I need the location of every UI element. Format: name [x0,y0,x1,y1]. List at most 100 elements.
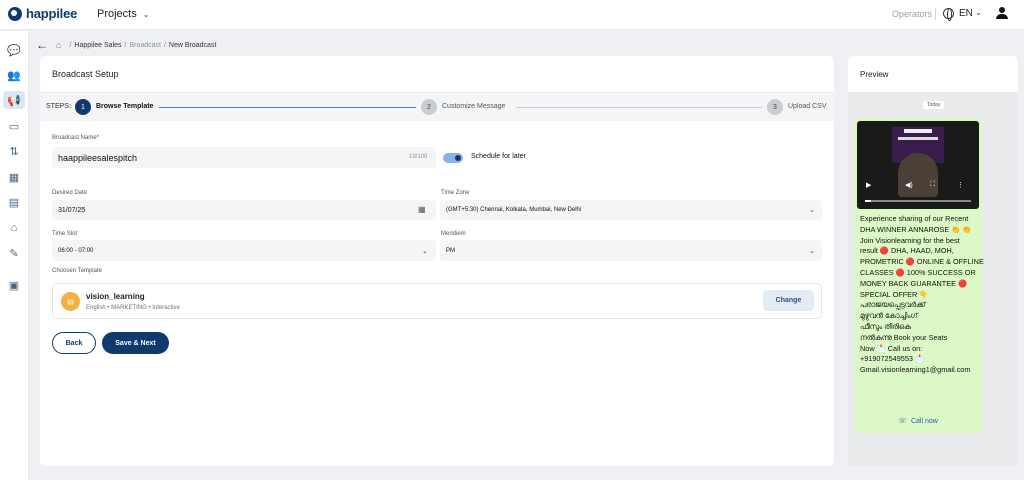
save-next-button[interactable]: Save & Next [102,332,169,354]
app-logo[interactable]: happilee [8,6,77,21]
timeslot-label: Time Slot [52,231,78,237]
home-icon[interactable]: ⌂ [56,40,61,50]
date-input[interactable]: 31/07/25 [52,200,436,220]
steps-label: STEPS: [46,103,71,110]
message-line: പരാജയപ്പെട്ടവർക്ക് [860,300,926,310]
breadcrumb-separator: / [124,41,127,49]
sidebar: ⇥ 💬👥📢▭⇅▦▤⌂✎▣ [0,31,29,480]
broadcast-setup-card: Broadcast Setup STEPS: 1 Browse Template… [40,56,834,466]
step-1-label: Browse Template [96,103,154,110]
app-name: happilee [26,6,78,21]
back-button[interactable]: Back [52,332,96,354]
broadcast-name-input[interactable]: haappileesalespitch [52,147,436,168]
message-line: CLASSES 🔴 100% SUCCESS OR [860,267,976,277]
tools-icon[interactable]: ✎ [7,246,21,260]
template-label: Choosen Template [52,268,102,274]
tag-icon[interactable]: ⌂ [7,221,21,235]
chosen-template-card: ▤ vision_learning English • MARKETING • … [52,283,822,319]
more-options-icon[interactable]: ⋮ [957,181,964,189]
message-bubble: ▶ ◀) ⛶ ⋮ Experience sharing of our Recen… [854,118,984,433]
calendar-icon[interactable]: ▦ [418,205,426,214]
timeslot-value: 06:00 - 07:00 [58,247,94,254]
step-1-number: 1 [75,99,91,115]
message-line: +919072549553 📩 [860,354,925,364]
broadcast-name-value: haappileesalespitch [58,152,138,163]
schedule-toggle[interactable] [443,153,463,163]
breadcrumb: ← ⌂ / Happilee Sales / Broadcast / New B… [36,38,216,52]
breadcrumb-item-project[interactable]: Happilee Sales [74,42,121,49]
top-bar: happilee Projects ⌄ Operators EN ⌄ [0,0,1024,30]
bag-icon[interactable]: ▣ [7,278,21,292]
projects-dropdown[interactable]: Projects ⌄ [97,8,149,20]
schedule-label: Schedule for later [471,153,526,160]
video-controls: ▶ ◀) ⛶ ⋮ [857,181,979,195]
call-now-label: Call now [910,417,938,425]
message-line: MONEY BACK GUARANTEE 🔴 [860,278,968,288]
template-meta: English • MARKETING • Interactive [86,305,180,311]
chevron-down-icon: ⌄ [142,9,150,19]
step-2-label: Customize Message [442,103,506,110]
video-progress[interactable] [865,200,971,202]
message-line: SPECIAL OFFER 👇 [860,289,929,299]
message-line: മുഴുവൻ കോച്ചിംഗ് [860,311,918,321]
language-selector[interactable]: EN [959,8,973,19]
phone-icon: ☏ [898,418,907,425]
broadcast-name-label: Broadcast Name* [52,135,100,141]
message-line: നൽകുന്നു Book your Seats [860,332,948,342]
timezone-label: Time Zone [441,190,470,196]
chevron-down-icon[interactable]: ⌄ [975,8,982,17]
message-line: Join Visionlearning for the best [860,235,960,245]
call-now-button[interactable]: ☏ Call now [854,415,982,427]
message-line: PROMETRIC 🔴 ONLINE & OFFLINE [860,257,984,267]
flows-icon[interactable]: ⇅ [7,144,21,158]
message-line: result 🔴 DHA, HAAD, MOH, [860,246,954,256]
message-line: ഫീസും തിരികെ [860,321,912,331]
timezone-select[interactable]: (GMT+5:30) Chennai, Kolkata, Mumbai, New… [440,200,822,220]
volume-icon[interactable]: ◀) [905,181,913,189]
meridiem-value: PM [446,247,455,254]
date-label: Desired Date [52,190,88,196]
play-icon[interactable]: ▶ [866,181,871,189]
preview-title: Preview [860,70,889,79]
video-thumbnail[interactable]: ▶ ◀) ⛶ ⋮ [857,121,979,209]
user-icon[interactable] [996,7,1008,20]
page-title: Broadcast Setup [52,69,119,79]
character-counter: 19/100 [409,154,428,160]
operators-link[interactable]: Operators [892,9,932,19]
change-template-button[interactable]: Change [763,290,814,311]
message-line: Experience sharing of our Recent [860,214,969,223]
timeslot-select[interactable]: 06:00 - 07:00 [52,240,436,261]
fullscreen-icon[interactable]: ⛶ [930,181,935,189]
preview-panel: Preview Today ▶ ◀) ⛶ ⋮ Experience sharin… [848,56,1018,466]
chat-icon[interactable]: 💬 [7,43,21,57]
broadcast-icon[interactable]: 📢 [3,91,25,109]
chevron-down-icon[interactable]: ⌄ [422,247,428,255]
step-3-label: Upload CSV [788,103,827,110]
message-line: Now 📩 Call us on: [860,343,923,353]
logo-mark-icon [8,6,22,21]
breadcrumb-separator: / [163,41,166,49]
chevron-down-icon[interactable]: ⌄ [809,247,815,255]
document-icon[interactable]: ▤ [7,195,21,209]
calendar-icon[interactable]: ▦ [7,170,21,184]
back-arrow-icon[interactable]: ← [36,38,48,52]
projects-label: Projects [97,8,137,20]
breadcrumb-item-current: New Broadcast [168,41,217,49]
message-line: DHA WINNER ANNAROSE 👏 👏 [860,224,972,234]
globe-icon[interactable] [943,8,954,21]
briefcase-icon[interactable]: ▭ [7,119,21,133]
template-name: vision_learning [86,292,145,301]
stepper: STEPS: 1 Browse Template 2 Customize Mes… [40,93,834,121]
step-connector [516,107,762,108]
meridiem-label: Meridiem [441,231,466,237]
date-value: 31/07/25 [58,206,86,214]
contacts-icon[interactable]: 👥 [7,68,21,82]
step-connector [159,107,416,108]
breadcrumb-item-broadcast[interactable]: Broadcast [129,42,161,49]
preview-header: Preview [848,56,1018,92]
step-3-number: 3 [767,99,783,115]
message-line: Gmail.visionlearning1@gmail.com [860,365,971,375]
chevron-down-icon[interactable]: ⌄ [809,206,815,214]
meridiem-select[interactable]: PM [440,240,822,261]
breadcrumb-separator: / [69,41,72,49]
